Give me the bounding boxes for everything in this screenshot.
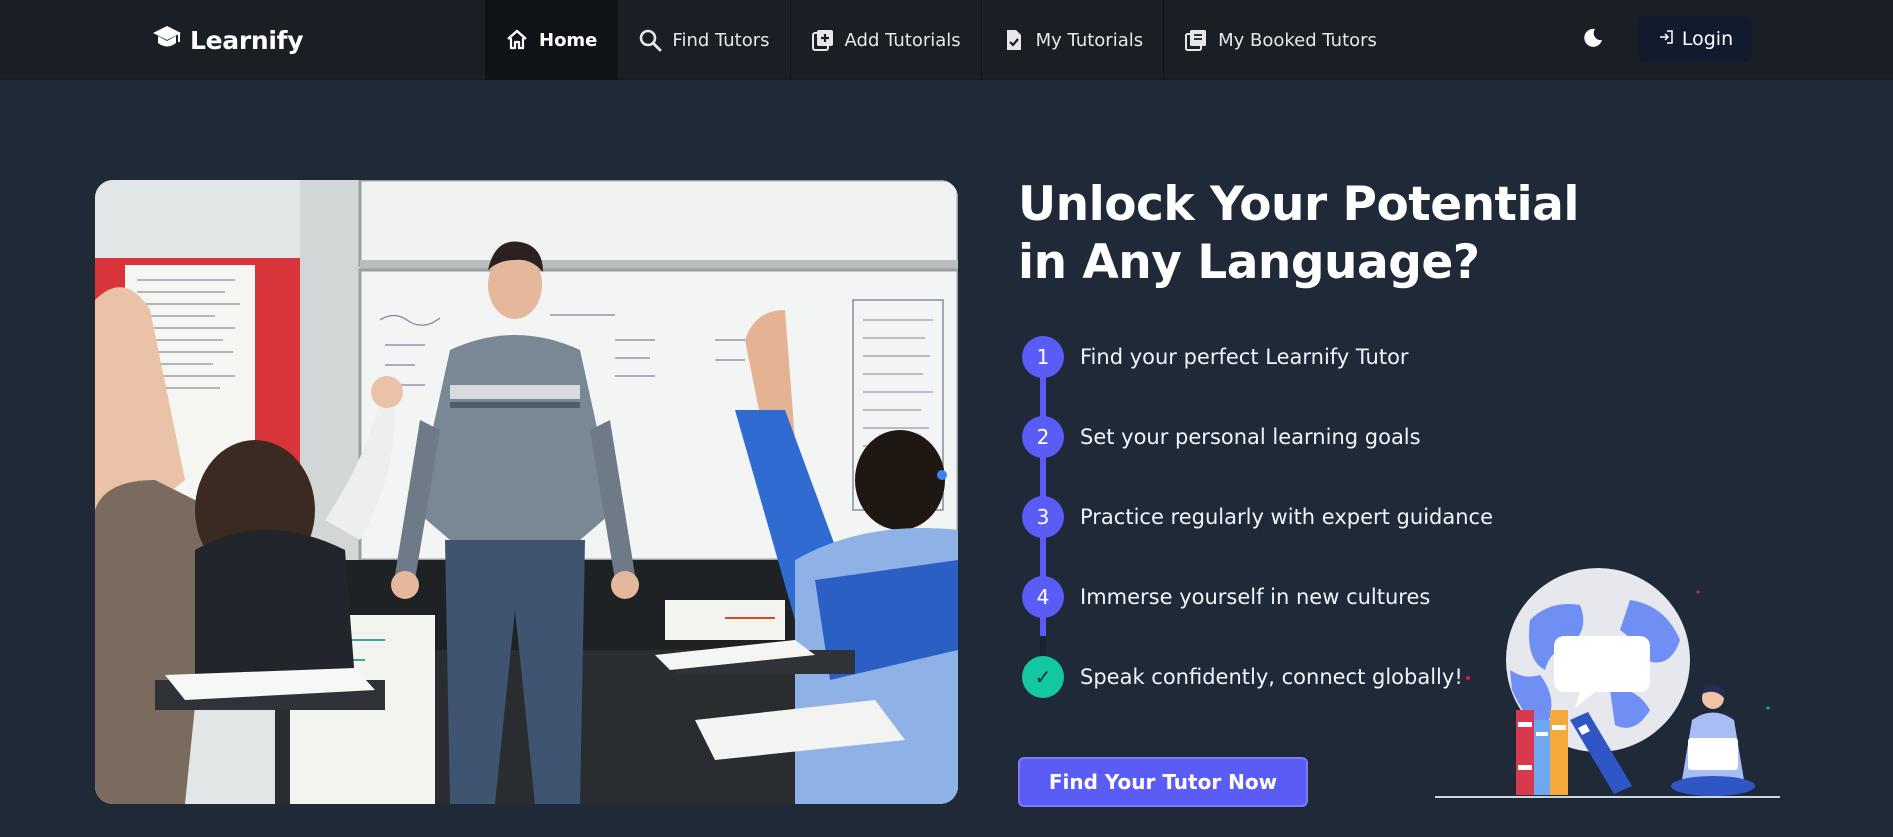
step-text: Find your perfect Learnify Tutor xyxy=(1080,345,1409,369)
login-icon xyxy=(1658,28,1674,50)
library-icon xyxy=(1184,28,1208,52)
search-icon xyxy=(638,28,662,52)
step-text: Immerse yourself in new cultures xyxy=(1080,585,1431,609)
step-item: 3 Practice regularly with expert guidanc… xyxy=(1022,496,1493,538)
step-item: 2 Set your personal learning goals xyxy=(1022,416,1421,458)
carousel-indicator[interactable] xyxy=(937,470,947,480)
classroom-photo xyxy=(95,180,958,804)
moon-icon xyxy=(1581,26,1605,54)
check-icon: ✓ xyxy=(1022,656,1064,698)
learning-illustration xyxy=(1430,560,1790,810)
nav-item-my-tutorials[interactable]: My Tutorials xyxy=(980,0,1163,80)
nav-label-find-tutors: Find Tutors xyxy=(672,29,770,51)
step-item: 4 Immerse yourself in new cultures xyxy=(1022,576,1430,618)
step-text: Practice regularly with expert guidance xyxy=(1080,505,1494,529)
theme-toggle[interactable] xyxy=(1580,27,1606,53)
step-marker: 4 xyxy=(1022,576,1064,618)
navbar: Learnify Home Find Tutors Add Tutorials … xyxy=(0,0,1893,80)
nav-item-home[interactable]: Home xyxy=(485,0,618,80)
file-check-icon xyxy=(1002,28,1026,52)
brand-name: Learnify xyxy=(190,25,304,55)
nav-item-my-booked-tutors[interactable]: My Booked Tutors xyxy=(1163,0,1397,80)
login-label: Login xyxy=(1681,28,1734,50)
nav-label-my-booked-tutors: My Booked Tutors xyxy=(1218,29,1377,51)
step-item: ✓ Speak confidently, connect globally! xyxy=(1022,656,1463,698)
step-item: 1 Find your perfect Learnify Tutor xyxy=(1022,336,1409,378)
step-marker: 2 xyxy=(1022,416,1064,458)
headline-line-2: in Any Language? xyxy=(1018,235,1480,290)
step-marker: 1 xyxy=(1022,336,1064,378)
headline-line-1: Unlock Your Potential xyxy=(1018,177,1579,232)
nav-label-add-tutorials: Add Tutorials xyxy=(844,29,961,51)
nav-label-home: Home xyxy=(539,29,598,51)
nav-item-find-tutors[interactable]: Find Tutors xyxy=(617,0,789,80)
brand-logo[interactable]: Learnify xyxy=(152,22,304,58)
step-text: Speak confidently, connect globally! xyxy=(1080,665,1463,689)
home-icon xyxy=(505,28,529,52)
nav-item-add-tutorials[interactable]: Add Tutorials xyxy=(789,0,981,80)
step-marker: 3 xyxy=(1022,496,1064,538)
step-text: Set your personal learning goals xyxy=(1080,425,1421,449)
graduation-cap-icon xyxy=(152,25,182,55)
login-button[interactable]: Login xyxy=(1639,16,1752,62)
add-box-icon xyxy=(811,28,835,52)
hero-headline: Unlock Your Potential in Any Language? xyxy=(1018,176,1638,292)
nav-label-my-tutorials: My Tutorials xyxy=(1035,29,1144,51)
find-tutor-button[interactable]: Find Your Tutor Now xyxy=(1018,757,1308,807)
main-nav: Home Find Tutors Add Tutorials My Tutori… xyxy=(485,0,1397,80)
